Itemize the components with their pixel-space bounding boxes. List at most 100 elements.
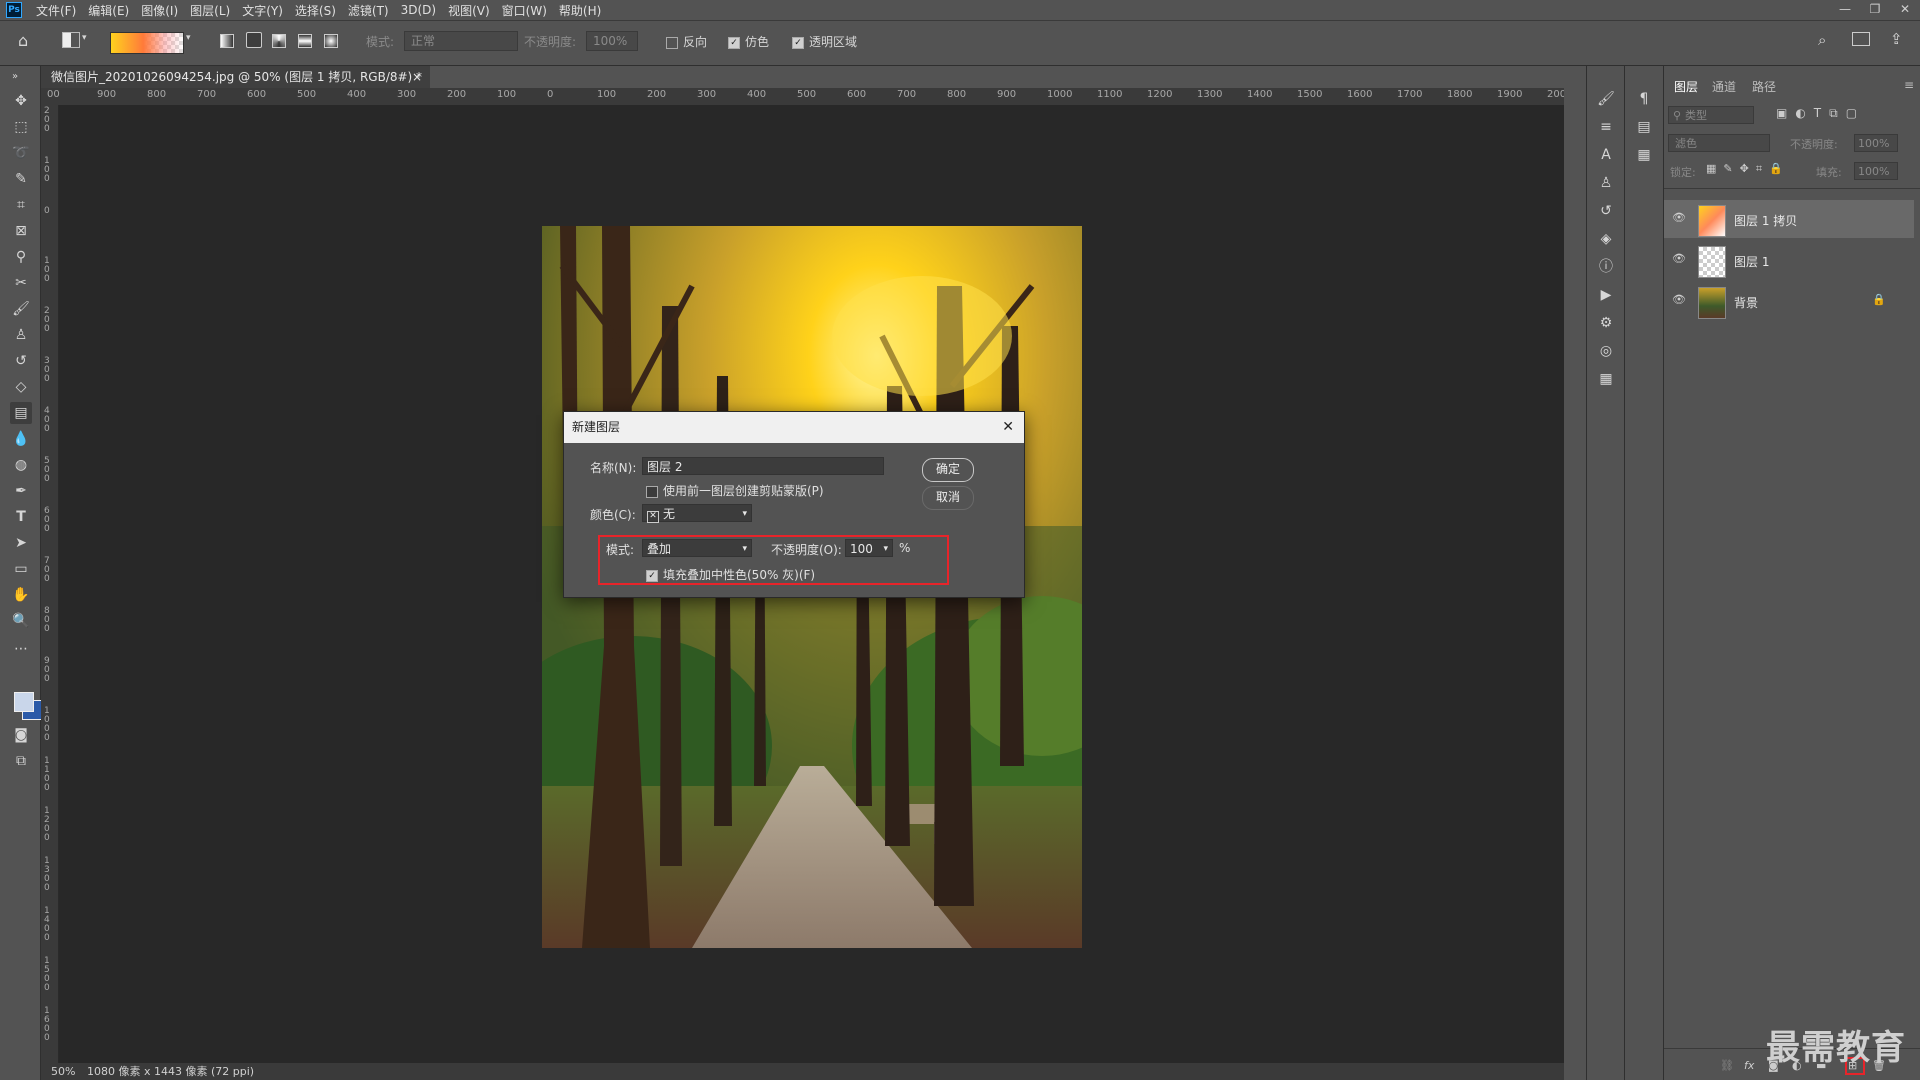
history-icon[interactable]: ↺ (1595, 200, 1617, 222)
history-brush-icon[interactable]: ↺ (10, 350, 32, 372)
angle-gradient-icon[interactable] (272, 34, 286, 48)
close-tab-icon[interactable]: × (412, 66, 422, 88)
actions-icon[interactable]: ▶ (1595, 284, 1617, 306)
menu-3d[interactable]: 3D(D) (395, 3, 442, 17)
move-tool-icon[interactable]: ✥ (10, 90, 32, 112)
share-icon[interactable]: ⇪ (1890, 30, 1903, 48)
blend-mode-select[interactable]: 滤色 (1668, 134, 1770, 152)
clone-source-icon[interactable]: ♙ (1595, 172, 1617, 194)
cancel-button[interactable]: 取消 (922, 486, 974, 510)
eraser-tool-icon[interactable]: ◇ (10, 376, 32, 398)
panel-menu-icon[interactable]: ≡ (1904, 78, 1914, 92)
reflected-gradient-icon[interactable] (298, 34, 312, 48)
brush-tool-icon[interactable]: 🖌 (10, 298, 32, 320)
zoom-tool-icon[interactable]: 🔍 (10, 610, 32, 632)
visibility-eye-icon[interactable]: 👁 (1672, 252, 1686, 265)
foreground-color-swatch[interactable] (14, 692, 34, 712)
visibility-eye-icon[interactable]: 👁 (1672, 293, 1686, 306)
stamp-tool-icon[interactable]: ♙ (10, 324, 32, 346)
gradient-tool-icon[interactable]: ▤ (10, 402, 32, 424)
path-select-tool-icon[interactable]: ➤ (10, 532, 32, 554)
lasso-tool-icon[interactable]: ➰ (10, 142, 32, 164)
styles-icon[interactable]: ◈ (1595, 228, 1617, 250)
document-tab[interactable]: 微信图片_20201026094254.jpg @ 50% (图层 1 拷贝, … (41, 66, 430, 88)
layer-name-input[interactable]: 图层 2 (642, 457, 884, 475)
brush-settings-icon[interactable]: 🖌 (1595, 88, 1617, 110)
chevron-down-icon[interactable]: ▾ (82, 33, 87, 43)
menu-view[interactable]: 视图(V) (442, 2, 496, 19)
linear-gradient-icon[interactable] (220, 34, 234, 48)
dodge-tool-icon[interactable]: ◍ (10, 454, 32, 476)
transparency-checkbox[interactable]: ✓ 透明区域 (792, 33, 857, 50)
menu-window[interactable]: 窗口(W) (496, 2, 553, 19)
gradient-tool-preset-icon[interactable] (62, 32, 80, 48)
adjustments-icon[interactable]: ≡ (1595, 116, 1617, 138)
tab-paths[interactable]: 路径 (1752, 78, 1776, 95)
rectangle-tool-icon[interactable]: ▭ (10, 558, 32, 580)
color-select[interactable]: ✕ 无 ▾ (642, 504, 752, 523)
paragraph-icon[interactable]: ¶ (1633, 88, 1655, 110)
tab-layers[interactable]: 图层 (1674, 78, 1698, 95)
workspace-icon[interactable] (1852, 32, 1870, 46)
quick-mask-icon[interactable]: ◙ (10, 724, 32, 746)
lock-icons[interactable]: ▦✎✥⌗🔒 (1706, 162, 1790, 176)
restore-button[interactable]: ❐ (1860, 0, 1890, 20)
fx-icon[interactable]: fx (1744, 1059, 1754, 1072)
menu-help[interactable]: 帮助(H) (553, 2, 607, 19)
gradient-picker[interactable] (110, 32, 184, 54)
radial-gradient-icon[interactable] (246, 32, 262, 48)
notes-icon[interactable]: ▦ (1633, 144, 1655, 166)
menu-select[interactable]: 选择(S) (289, 2, 342, 19)
blur-tool-icon[interactable]: 💧 (10, 428, 32, 450)
mode-select[interactable]: 正常 (404, 31, 518, 51)
visibility-eye-icon[interactable]: 👁 (1672, 211, 1686, 224)
properties-icon[interactable]: ⚙ (1595, 312, 1617, 334)
character-icon[interactable]: A (1595, 144, 1617, 166)
tab-channels[interactable]: 通道 (1712, 78, 1736, 95)
quick-select-tool-icon[interactable]: ✎ (10, 168, 32, 190)
hand-tool-icon[interactable]: ✋ (10, 584, 32, 606)
close-window-button[interactable]: ✕ (1890, 0, 1920, 20)
marquee-tool-icon[interactable]: ⬚ (10, 116, 32, 138)
zoom-level[interactable]: 50% (51, 1063, 75, 1080)
ok-button[interactable]: 确定 (922, 458, 974, 482)
clip-mask-checkbox[interactable]: 使用前一图层创建剪贴蒙版(P) (646, 482, 824, 499)
search-icon[interactable]: ⌕ (1818, 31, 1826, 49)
table-icon[interactable]: ▦ (1595, 368, 1617, 390)
eyedropper-tool-icon[interactable]: ⚲ (10, 246, 32, 268)
menu-type[interactable]: 文字(Y) (236, 2, 289, 19)
menu-layer[interactable]: 图层(L) (184, 2, 236, 19)
menu-file[interactable]: 文件(F) (30, 2, 82, 19)
reverse-checkbox[interactable]: 反向 (666, 33, 707, 50)
menu-edit[interactable]: 编辑(E) (82, 2, 135, 19)
home-icon[interactable]: ⌂ (18, 31, 28, 50)
opacity-input[interactable]: 100% (586, 31, 638, 51)
frame-tool-icon[interactable]: ⊠ (10, 220, 32, 242)
dither-checkbox[interactable]: ✓ 仿色 (728, 33, 769, 50)
layer-row[interactable]: 👁 图层 1 拷贝 (1664, 200, 1914, 238)
crop-tool-icon[interactable]: ⌗ (10, 194, 32, 216)
diamond-gradient-icon[interactable] (324, 34, 338, 48)
healing-tool-icon[interactable]: ✂ (10, 272, 32, 294)
more-tools-icon[interactable]: ⋯ (10, 638, 32, 660)
layer-row[interactable]: 👁 背景 🔒 (1664, 282, 1914, 320)
menu-filter[interactable]: 滤镜(T) (342, 2, 395, 19)
ruler-tick-label: 600 (44, 506, 50, 534)
libraries-icon[interactable]: ▤ (1633, 116, 1655, 138)
layer-row[interactable]: 👁 图层 1 (1664, 241, 1914, 279)
collapse-icon[interactable]: » (4, 66, 26, 88)
type-tool-icon[interactable]: T (10, 506, 32, 528)
layer-opacity-input[interactable]: 100% (1854, 134, 1898, 152)
link-layers-icon[interactable]: ⛓ (1720, 1059, 1734, 1072)
3d-icon[interactable]: ◎ (1595, 340, 1617, 362)
pen-tool-icon[interactable]: ✒ (10, 480, 32, 502)
screen-mode-icon[interactable]: ⧉ (10, 750, 32, 772)
chevron-down-icon[interactable]: ▾ (186, 33, 191, 43)
dialog-close-icon[interactable]: ✕ (1002, 412, 1014, 443)
layer-filter-icons[interactable]: ▣◐T⧉▢ (1776, 106, 1865, 121)
minimize-button[interactable]: — (1830, 0, 1860, 20)
layer-kind-filter[interactable]: ⚲ 类型 (1668, 106, 1754, 124)
fill-input[interactable]: 100% (1854, 162, 1898, 180)
info-icon[interactable]: ⓘ (1595, 256, 1617, 278)
menu-image[interactable]: 图像(I) (135, 2, 184, 19)
